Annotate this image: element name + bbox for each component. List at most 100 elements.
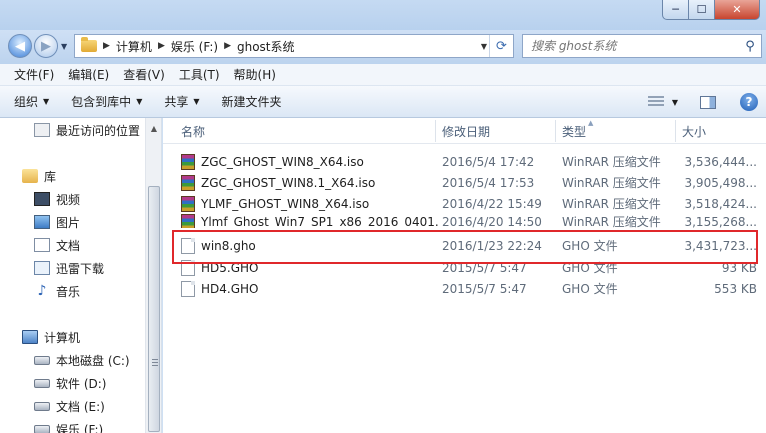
file-size: 3,155,268...	[684, 214, 757, 229]
file-name: YLMF_GHOST_WIN8_X64.iso	[201, 196, 370, 211]
back-button[interactable]: ◀	[8, 34, 32, 58]
menu-tools[interactable]: 工具(T)	[173, 66, 226, 83]
nav-item-drive-f[interactable]: 娱乐 (F:)	[34, 418, 103, 433]
address-history-dropdown-icon[interactable]: ▼	[481, 42, 487, 51]
recent-pages-dropdown[interactable]: ▼	[61, 42, 67, 51]
help-icon[interactable]: ?	[740, 93, 758, 111]
organize-button[interactable]: 组织 ▼	[14, 93, 49, 110]
download-folder-icon	[34, 261, 50, 275]
column-header-type[interactable]: 类型	[556, 118, 676, 144]
search-input[interactable]	[531, 36, 739, 56]
nav-label: 娱乐 (F:)	[56, 422, 104, 433]
dropdown-arrow-icon: ▼	[193, 97, 200, 106]
search-box[interactable]: ⚲	[522, 34, 762, 58]
nav-item-drive-e[interactable]: 文档 (E:)	[34, 395, 105, 417]
minimize-button[interactable]: ─	[662, 0, 689, 20]
file-row[interactable]: Ylmf_Ghost_Win7_SP1_x86_2016_0401... 201…	[177, 214, 760, 228]
nav-item-thunder-downloads[interactable]: 迅雷下载	[34, 257, 104, 279]
close-button[interactable]: ✕	[715, 0, 760, 20]
preview-pane-icon[interactable]	[700, 95, 716, 109]
nav-label: 图片	[56, 215, 81, 230]
nav-item-computer[interactable]: 计算机	[22, 326, 80, 348]
include-in-library-label: 包含到库中	[71, 95, 132, 109]
dropdown-arrow-icon: ▼	[136, 97, 143, 106]
include-in-library-button[interactable]: 包含到库中 ▼	[71, 93, 142, 110]
nav-label: 视频	[56, 192, 81, 207]
highlight-annotation-box	[172, 230, 758, 264]
file-name: Ylmf_Ghost_Win7_SP1_x86_2016_0401...	[201, 214, 439, 229]
menu-file[interactable]: 文件(F)	[8, 66, 60, 83]
nav-item-music[interactable]: ♪ 音乐	[34, 280, 80, 302]
nav-item-videos[interactable]: 视频	[34, 188, 80, 210]
menu-help[interactable]: 帮助(H)	[228, 66, 282, 83]
file-date: 2015/5/7 5:47	[442, 281, 527, 296]
command-bar-right: ▼ ?	[647, 86, 766, 118]
menu-bar: 文件(F) 编辑(E) 查看(V) 工具(T) 帮助(H)	[0, 64, 766, 86]
column-header-size[interactable]: 大小	[676, 118, 764, 144]
breadcrumb-separator-icon[interactable]: ▶	[224, 41, 231, 51]
file-size: 3,518,424...	[684, 196, 757, 211]
drive-icon	[34, 378, 50, 388]
nav-label: 音乐	[56, 284, 81, 299]
folder-icon	[81, 37, 97, 52]
nav-label: 文档	[56, 238, 81, 253]
scroll-up-arrow-icon[interactable]: ▲	[146, 120, 161, 136]
breadcrumb-computer[interactable]: 计算机	[116, 38, 152, 55]
menu-view[interactable]: 查看(V)	[117, 66, 171, 83]
breadcrumb-separator-icon[interactable]: ▶	[158, 41, 165, 51]
file-size: 3,536,444...	[684, 154, 757, 169]
file-row[interactable]: YLMF_GHOST_WIN8_X64.iso 2016/4/22 15:49 …	[177, 193, 760, 214]
file-list: 名称 修改日期 ▲ 类型 大小 ZGC_GHOST_WIN8_X64.iso 2…	[163, 118, 766, 433]
nav-label: 软件 (D:)	[56, 376, 107, 391]
title-bar: ─ ☐ ✕	[0, 0, 766, 30]
music-note-icon: ♪	[37, 283, 47, 299]
file-type: WinRAR 压缩文件	[562, 215, 661, 228]
file-row[interactable]: HD4.GHO 2015/5/7 5:47 GHO 文件 553 KB	[177, 278, 760, 299]
file-type: GHO 文件	[562, 282, 618, 296]
nav-label: 文档 (E:)	[56, 399, 105, 414]
scrollbar-thumb[interactable]	[148, 186, 160, 432]
nav-item-library[interactable]: 库	[22, 165, 56, 187]
window-controls: ─ ☐ ✕	[662, 0, 760, 20]
forward-button[interactable]: ▶	[34, 34, 58, 58]
winrar-archive-icon	[181, 195, 195, 212]
nav-item-documents[interactable]: 文档	[34, 234, 80, 256]
document-icon	[34, 238, 50, 252]
refresh-button[interactable]: ⟳	[489, 35, 513, 57]
file-size: 3,905,498...	[684, 175, 757, 190]
nav-item-drive-c[interactable]: 本地磁盘 (C:)	[34, 349, 130, 371]
share-label: 共享	[164, 95, 189, 109]
new-folder-label: 新建文件夹	[221, 95, 282, 109]
new-folder-button[interactable]: 新建文件夹	[222, 93, 282, 110]
blank-file-icon	[181, 280, 195, 297]
breadcrumb-separator-icon[interactable]: ▶	[103, 41, 110, 51]
column-header-name[interactable]: 名称	[175, 118, 437, 144]
view-options-dropdown-icon[interactable]: ▼	[672, 98, 678, 107]
nav-item-pictures[interactable]: 图片	[34, 211, 80, 233]
drive-icon	[34, 401, 50, 411]
file-row[interactable]: ZGC_GHOST_WIN8_X64.iso 2016/5/4 17:42 Wi…	[177, 151, 760, 172]
nav-scrollbar[interactable]: ▲	[145, 118, 161, 433]
picture-icon	[34, 215, 50, 229]
organize-label: 组织	[14, 95, 39, 109]
share-button[interactable]: 共享 ▼	[164, 93, 199, 110]
breadcrumb-ghost-folder[interactable]: ghost系统	[237, 38, 295, 55]
file-date: 2016/5/4 17:53	[442, 175, 535, 190]
search-icon[interactable]: ⚲	[739, 39, 761, 54]
nav-item-drive-d[interactable]: 软件 (D:)	[34, 372, 106, 394]
command-bar: 组织 ▼ 包含到库中 ▼ 共享 ▼ 新建文件夹 ▼ ?	[0, 86, 766, 118]
change-view-icon[interactable]	[647, 96, 664, 108]
menu-edit[interactable]: 编辑(E)	[62, 66, 115, 83]
column-header-date[interactable]: 修改日期	[436, 118, 556, 144]
file-row[interactable]: ZGC_GHOST_WIN8.1_X64.iso 2016/5/4 17:53 …	[177, 172, 760, 193]
file-type: WinRAR 压缩文件	[562, 176, 661, 190]
file-date: 2016/5/4 17:42	[442, 154, 535, 169]
library-icon	[22, 169, 38, 183]
address-bar[interactable]: ▶ 计算机 ▶ 娱乐 (F:) ▶ ghost系统 ▼ ⟳	[74, 34, 514, 58]
grip-icon	[152, 359, 158, 367]
maximize-button[interactable]: ☐	[689, 0, 715, 20]
nav-item-recent[interactable]: 最近访问的位置	[34, 119, 140, 141]
nav-label: 最近访问的位置	[56, 123, 141, 138]
breadcrumb-drive-f[interactable]: 娱乐 (F:)	[171, 38, 218, 55]
address-row: ◀ ▶ ▼ ▶ 计算机 ▶ 娱乐 (F:) ▶ ghost系统 ▼ ⟳ ⚲	[0, 30, 766, 64]
